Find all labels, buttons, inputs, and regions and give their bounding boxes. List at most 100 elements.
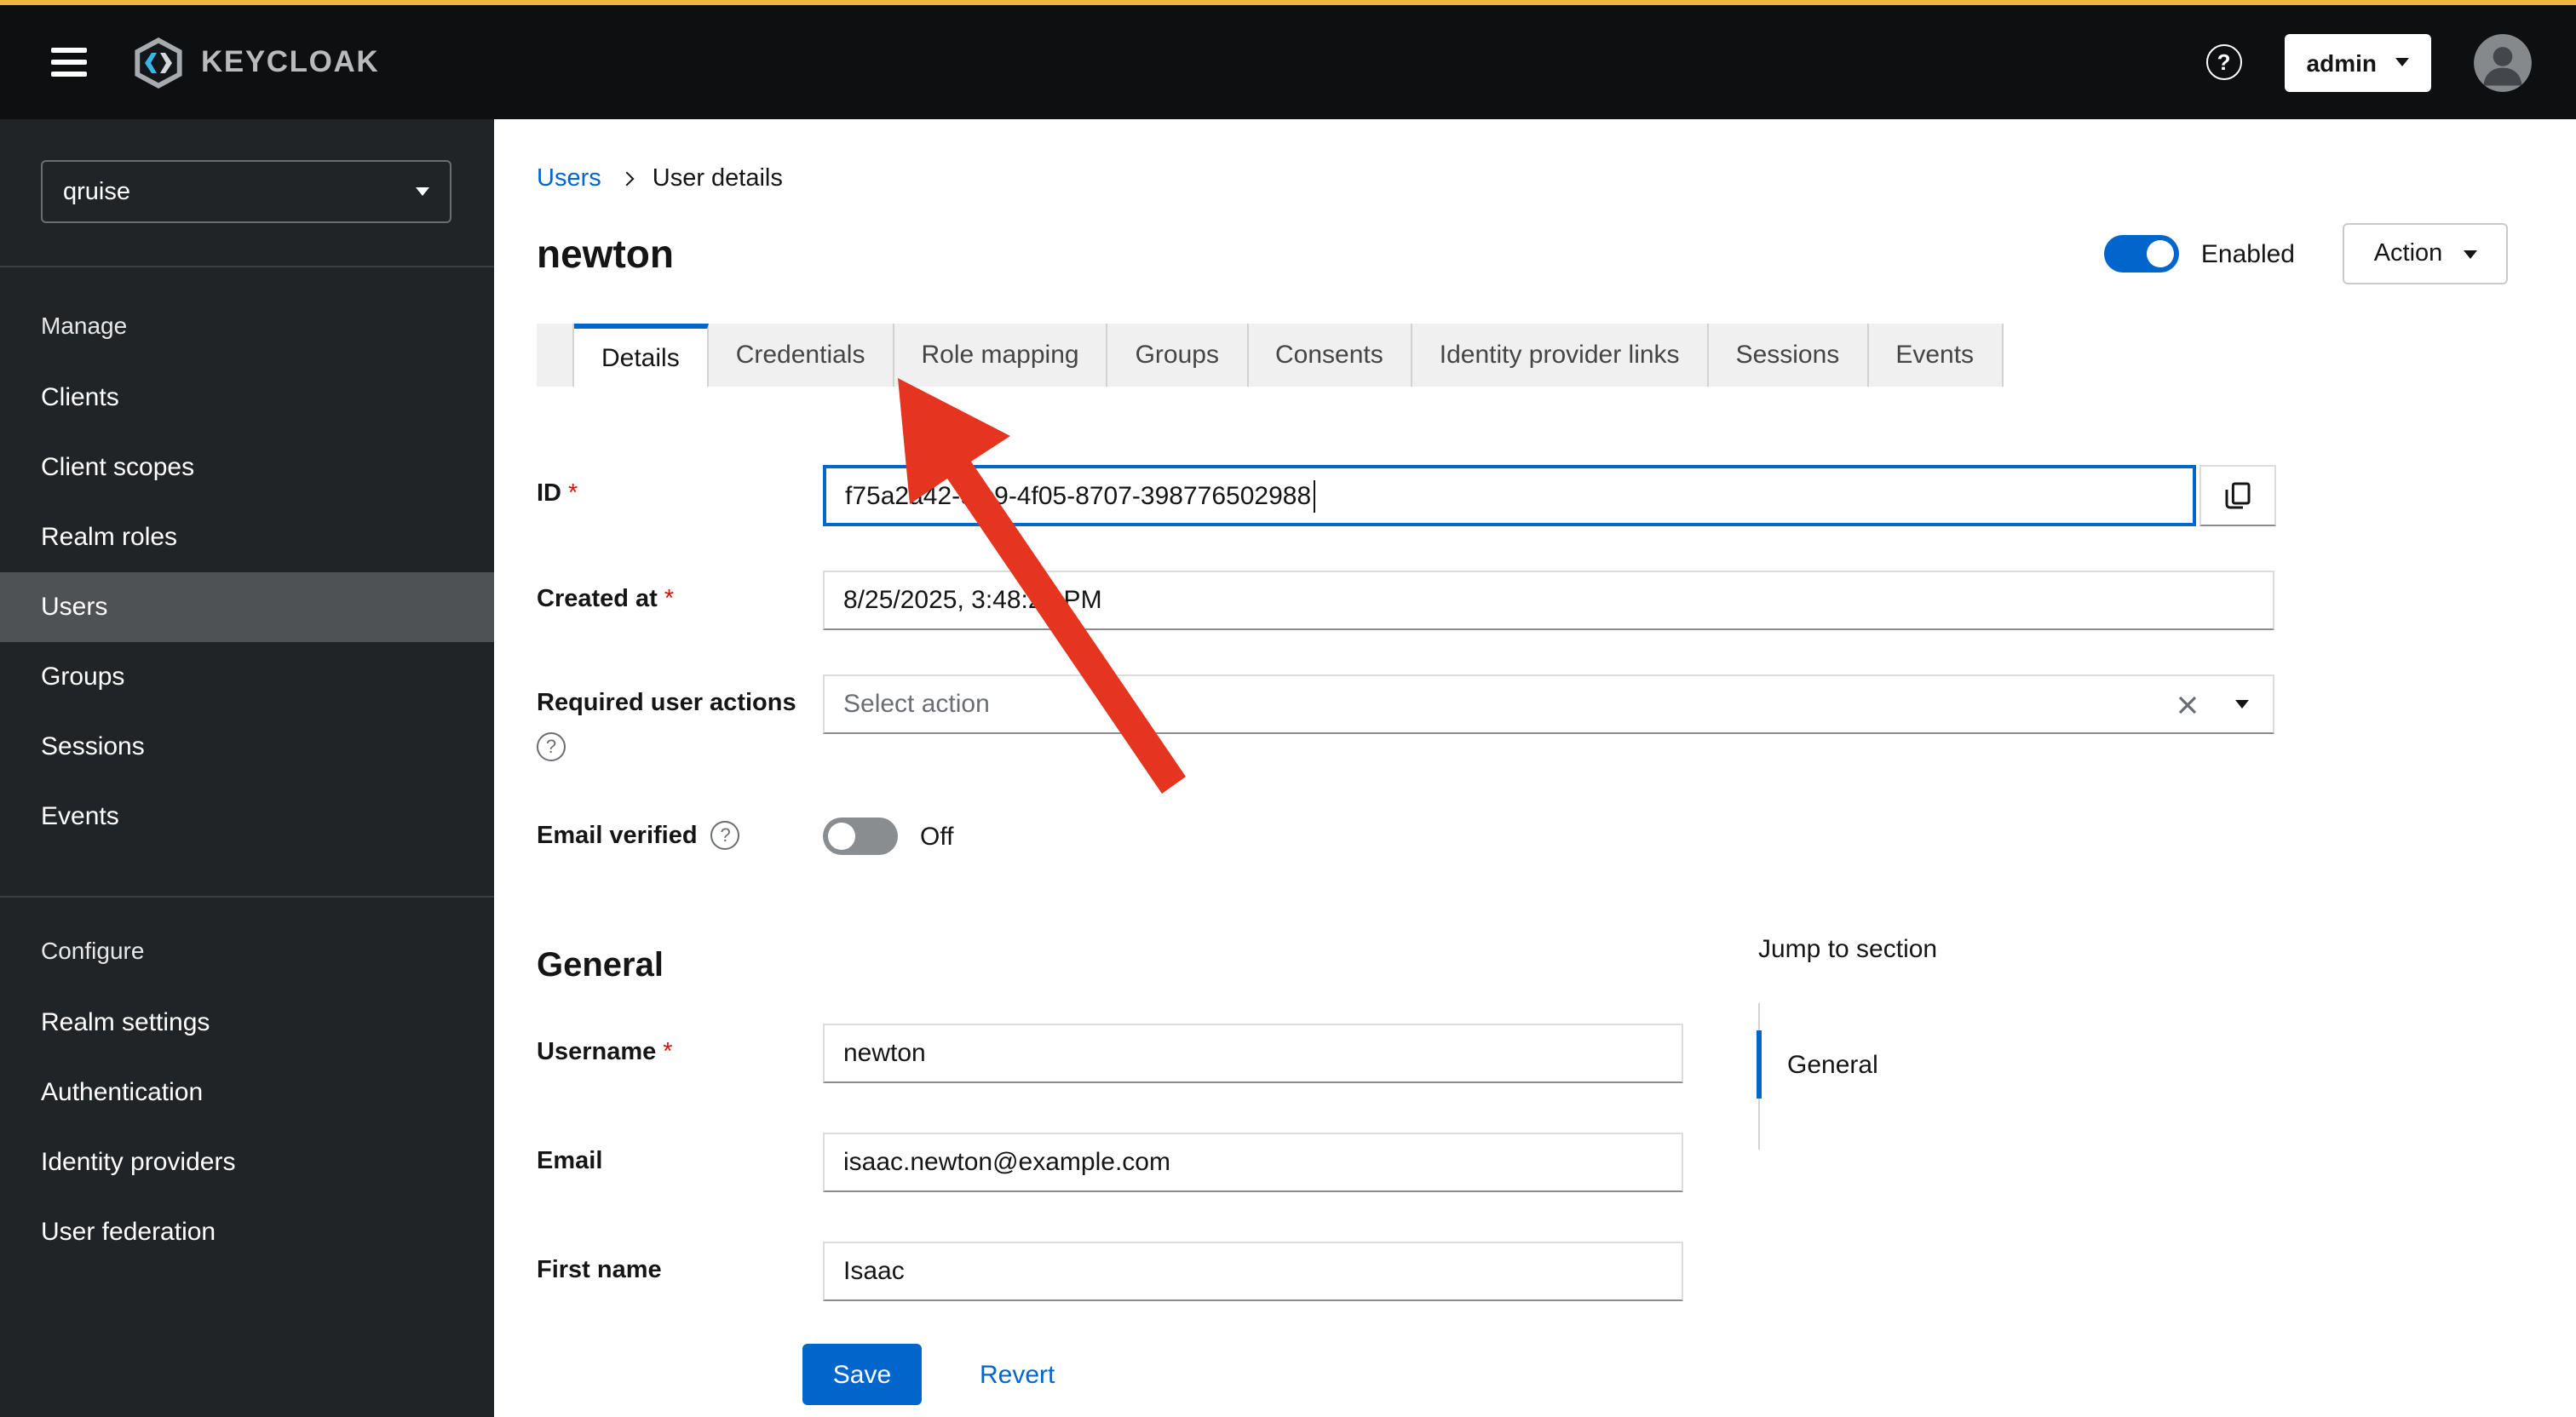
enabled-label: Enabled — [2200, 239, 2295, 268]
required-asterisk: * — [568, 480, 578, 508]
field-row-first-name: First name — [537, 1242, 2576, 1301]
username-input[interactable] — [823, 1024, 1683, 1083]
jump-to-section-panel: Jump to section General — [1757, 935, 1938, 1150]
enabled-toggle-group: Enabled — [2103, 235, 2295, 272]
copy-button[interactable] — [2199, 465, 2276, 526]
user-avatar-icon — [2474, 33, 2532, 91]
help-icon[interactable]: ? — [710, 821, 740, 850]
sidebar-item-users[interactable]: Users — [0, 572, 494, 642]
revert-button[interactable]: Revert — [980, 1360, 1055, 1389]
jump-list: General — [1757, 1003, 1937, 1150]
action-label: Action — [2373, 240, 2443, 267]
keycloak-logo-icon — [135, 37, 182, 88]
first-name-label: First name — [537, 1257, 662, 1284]
field-row-required-actions: Required user actions ? Select action — [537, 674, 2576, 761]
nav-toggle-button[interactable] — [44, 37, 94, 87]
help-icon[interactable]: ? — [537, 732, 566, 761]
nav-section-title-configure: Configure — [41, 937, 145, 964]
sidebar-item-groups[interactable]: Groups — [0, 642, 494, 712]
tab-consents[interactable]: Consents — [1248, 324, 1412, 387]
chevron-down-icon — [416, 187, 429, 196]
tab-credentials[interactable]: Credentials — [708, 324, 894, 387]
user-details-form: ID * f75a2a42-9fc9-4f05-8707-398776502988 — [537, 465, 2576, 1301]
tab-sessions[interactable]: Sessions — [1708, 324, 1869, 387]
keycloak-logo: KEYCLOAK — [131, 37, 379, 88]
user-menu-label: admin — [2306, 49, 2377, 76]
id-input-group: f75a2a42-9fc9-4f05-8707-398776502988 — [823, 465, 2276, 526]
keycloak-admin-console: KEYCLOAK ? admin qruise Manage Clients C… — [0, 0, 2576, 1417]
user-menu-dropdown[interactable]: admin — [2284, 33, 2431, 91]
jump-item-general[interactable]: General — [1757, 1030, 1937, 1099]
first-name-input[interactable] — [823, 1242, 1683, 1301]
sidebar-item-identity-providers[interactable]: Identity providers — [0, 1127, 494, 1197]
clear-selection-button[interactable] — [2177, 694, 2198, 714]
copy-icon — [2225, 482, 2251, 509]
masthead: KEYCLOAK ? admin — [0, 5, 2576, 119]
header-controls: Enabled Action — [2103, 223, 2508, 284]
sidebar: qruise Manage Clients Client scopes Real… — [0, 119, 494, 1417]
close-icon — [2178, 695, 2197, 714]
field-row-created-at: Created at * — [537, 571, 2576, 630]
sidebar-item-clients[interactable]: Clients — [0, 363, 494, 433]
page-header: newton Enabled Action — [537, 223, 2508, 284]
help-icon: ? — [2205, 44, 2242, 80]
masthead-controls: ? admin — [2205, 33, 2532, 91]
sidebar-item-realm-settings[interactable]: Realm settings — [0, 988, 494, 1058]
realm-selector[interactable]: qruise — [41, 160, 451, 223]
field-row-email: Email — [537, 1133, 2576, 1192]
tab-role-mapping[interactable]: Role mapping — [894, 324, 1108, 387]
required-actions-label: Required user actions ? — [537, 674, 823, 761]
sidebar-item-sessions[interactable]: Sessions — [0, 712, 494, 782]
text-cursor — [1313, 479, 1315, 512]
tab-bar: Details Credentials Role mapping Groups … — [537, 324, 2576, 387]
nav-section-configure: Configure Realm settings Authentication … — [0, 896, 494, 1267]
help-button[interactable]: ? — [2205, 44, 2242, 80]
tab-spacer — [537, 324, 574, 387]
id-input[interactable]: f75a2a42-9fc9-4f05-8707-398776502988 — [823, 465, 2196, 526]
page-title: newton — [537, 231, 674, 275]
created-at-input[interactable] — [823, 571, 2274, 630]
save-button[interactable]: Save — [802, 1344, 922, 1405]
field-row-id: ID * f75a2a42-9fc9-4f05-8707-398776502988 — [537, 465, 2576, 526]
realm-name: qruise — [63, 178, 130, 205]
tab-identity-provider-links[interactable]: Identity provider links — [1412, 324, 1709, 387]
breadcrumb-current: User details — [652, 165, 783, 192]
email-label: Email — [537, 1148, 603, 1175]
id-value: f75a2a42-9fc9-4f05-8707-398776502988 — [845, 481, 1312, 510]
avatar[interactable] — [2474, 33, 2532, 91]
nav-section-title-manage: Manage — [41, 312, 128, 339]
chevron-right-icon — [619, 171, 635, 186]
breadcrumb: Users User details — [537, 164, 2576, 194]
sidebar-item-authentication[interactable]: Authentication — [0, 1058, 494, 1127]
created-at-label: Created at * — [537, 586, 675, 613]
id-label: ID * — [537, 480, 578, 508]
email-verified-label: Email verified ? — [537, 806, 823, 850]
main-content: Users User details newton Enabled Action — [494, 119, 2576, 1417]
keycloak-wordmark: KEYCLOAK — [201, 44, 380, 78]
field-row-email-verified: Email verified ? Off — [537, 806, 2576, 855]
breadcrumb-users-link[interactable]: Users — [537, 165, 601, 192]
sidebar-item-realm-roles[interactable]: Realm roles — [0, 502, 494, 572]
required-actions-select[interactable]: Select action — [823, 674, 2274, 734]
tab-events[interactable]: Events — [1868, 324, 2004, 387]
email-verified-state: Off — [920, 822, 954, 851]
email-input[interactable] — [823, 1133, 1683, 1192]
email-verified-toggle-group: Off — [823, 806, 953, 855]
nav-section-manage: Manage Clients Client scopes Realm roles… — [0, 312, 494, 852]
field-row-username: Username * — [537, 1024, 2576, 1083]
jump-to-section-title: Jump to section — [1758, 935, 1938, 964]
chevron-down-icon — [2235, 700, 2249, 708]
chevron-down-icon — [2463, 250, 2477, 258]
tab-details[interactable]: Details — [574, 324, 709, 387]
sidebar-item-user-federation[interactable]: User federation — [0, 1197, 494, 1267]
enabled-toggle[interactable] — [2103, 235, 2179, 272]
action-dropdown[interactable]: Action — [2343, 223, 2508, 284]
tab-groups[interactable]: Groups — [1107, 324, 1248, 387]
chevron-down-icon — [2395, 58, 2409, 66]
sidebar-item-events[interactable]: Events — [0, 782, 494, 852]
general-section-heading: General — [537, 947, 664, 984]
sidebar-item-client-scopes[interactable]: Client scopes — [0, 433, 494, 502]
username-label: Username * — [537, 1039, 673, 1066]
email-verified-toggle[interactable] — [823, 818, 898, 855]
required-asterisk: * — [663, 1039, 673, 1066]
